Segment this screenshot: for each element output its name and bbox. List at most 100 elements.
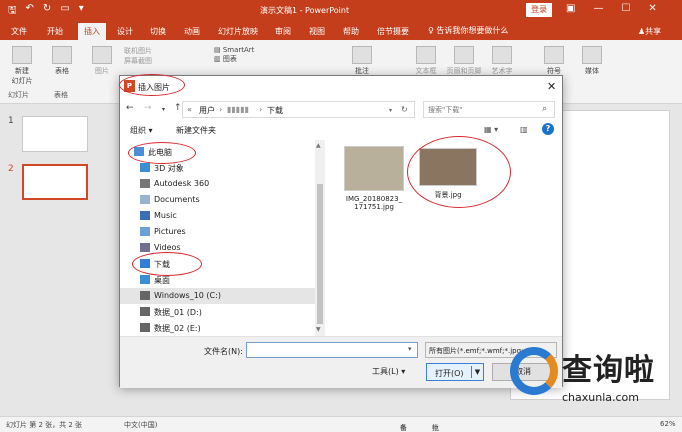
tools-menu[interactable]: 工具(L) ▾ xyxy=(372,366,405,377)
tab-transitions[interactable]: 切换 xyxy=(150,26,166,37)
redo-icon[interactable]: ↻ xyxy=(43,3,51,20)
nav-item-drive-e[interactable]: 数据_02 (E:) xyxy=(120,320,315,336)
tab-insert[interactable]: 插入 xyxy=(78,23,106,40)
start-from-beginning-icon[interactable]: ▭ xyxy=(60,3,69,20)
new-slide-icon xyxy=(12,46,32,64)
header-footer-button[interactable]: 页眉和页脚 xyxy=(444,46,484,76)
tell-me-box[interactable]: ♀ 告诉我你想要做什么 xyxy=(428,25,508,36)
nav-item-3d-objects[interactable]: 3D 对象 xyxy=(120,160,315,176)
address-bar[interactable]: « 用户 › ▮▮▮▮▮ › 下载 ▾ ↻ xyxy=(182,101,415,118)
chart-icon: ▥ xyxy=(214,55,223,63)
tab-home[interactable]: 开始 xyxy=(47,26,63,37)
textbox-button[interactable]: 文本框 xyxy=(412,46,440,76)
tab-review[interactable]: 审阅 xyxy=(275,26,291,37)
preview-pane-icon[interactable]: ▥ xyxy=(520,125,528,134)
address-history-icon[interactable]: ▾ xyxy=(389,107,392,114)
new-folder-button[interactable]: 新建文件夹 xyxy=(176,125,216,136)
view-options-icon[interactable]: ▦ ▾ xyxy=(484,125,498,134)
tab-help[interactable]: 帮助 xyxy=(343,26,359,37)
organize-menu[interactable]: 组织 ▾ xyxy=(130,125,153,136)
refresh-icon[interactable]: ↻ xyxy=(401,105,408,114)
table-label: 表格 xyxy=(55,67,69,75)
nav-item-pictures[interactable]: Pictures xyxy=(120,224,315,240)
search-box[interactable]: ⌕ xyxy=(423,101,555,118)
close-icon[interactable]: ✕ xyxy=(547,80,556,93)
breadcrumb-chevron-icon: « xyxy=(187,105,192,114)
table-button[interactable]: 表格 xyxy=(48,46,76,76)
nav-item-music[interactable]: Music xyxy=(120,208,315,224)
nav-item-desktop[interactable]: 桌面 xyxy=(120,272,315,288)
filename-input[interactable] xyxy=(247,343,405,357)
slide-thumbnail-pane: 1 2 xyxy=(0,104,100,416)
breadcrumb-downloads[interactable]: 下载 xyxy=(267,105,283,116)
save-icon[interactable]: 🖫 xyxy=(8,3,17,20)
close-icon[interactable]: ✕ xyxy=(648,3,656,14)
recent-locations-icon[interactable]: ▾ xyxy=(162,106,165,113)
comment-button[interactable]: 批注 xyxy=(348,46,376,76)
file-item[interactable]: 背景.jpg xyxy=(410,146,486,200)
nav-item-videos[interactable]: Videos xyxy=(120,240,315,256)
zoom-level[interactable]: 62% xyxy=(660,420,676,428)
back-arrow-icon[interactable]: ← xyxy=(126,103,134,113)
desktop-icon xyxy=(140,275,150,284)
status-bar: 幻灯片 第 2 张，共 2 张 中文(中国) ≡ 备注 ▭ 批注 62% xyxy=(0,416,682,432)
speaker-icon xyxy=(582,46,602,64)
maximize-icon[interactable]: ☐ xyxy=(621,3,630,14)
online-pictures-button[interactable]: 联机图片 屏幕截图 xyxy=(124,46,180,66)
breadcrumb-users[interactable]: 用户 xyxy=(199,105,215,116)
minimize-icon[interactable]: — xyxy=(593,3,603,14)
chevron-down-icon[interactable]: ▼ xyxy=(471,366,483,378)
symbol-button[interactable]: 符号 xyxy=(540,46,568,76)
tab-slideshow[interactable]: 幻灯片放映 xyxy=(218,26,258,37)
undo-icon[interactable]: ↶ xyxy=(26,3,34,20)
search-input[interactable] xyxy=(424,102,532,117)
thumbnail-number: 1 xyxy=(8,116,14,126)
nav-item-drive-d[interactable]: 数据_01 (D:) xyxy=(120,304,315,320)
file-item[interactable]: IMG_20180823_ 171751.jpg xyxy=(336,146,412,211)
nav-item-documents[interactable]: Documents xyxy=(120,192,315,208)
open-button[interactable]: 打开(O) ▼ xyxy=(426,363,484,381)
scrollbar-thumb[interactable] xyxy=(317,184,323,324)
file-thumbnail xyxy=(419,148,477,186)
powerpoint-icon: P xyxy=(124,80,135,92)
comments-label: 批注 xyxy=(432,424,439,432)
scroll-up-icon[interactable]: ▲ xyxy=(316,142,321,149)
image-button[interactable]: 图片 xyxy=(88,46,116,76)
thumbnail-number: 2 xyxy=(8,164,14,174)
tab-view[interactable]: 视图 xyxy=(309,26,325,37)
tab-file[interactable]: 文件 xyxy=(11,26,27,37)
nav-item-this-pc[interactable]: 此电脑 xyxy=(120,144,315,160)
customize-toolbar-icon[interactable]: ▾ xyxy=(79,3,84,20)
slide-thumbnail-1[interactable] xyxy=(22,116,88,152)
tab-design[interactable]: 设计 xyxy=(117,26,133,37)
forward-arrow-icon[interactable]: → xyxy=(144,103,152,113)
picture-icon xyxy=(92,46,112,64)
media-button[interactable]: 媒体 xyxy=(578,46,606,76)
filename-field[interactable]: ▾ xyxy=(246,342,418,358)
symbol-label: 符号 xyxy=(547,67,561,75)
smartart-icon: ▤ xyxy=(214,46,223,54)
nav-item-drive-c[interactable]: Windows_10 (C:) xyxy=(120,288,315,304)
nav-item-autodesk[interactable]: Autodesk 360 xyxy=(120,176,315,192)
nav-item-downloads[interactable]: 下载 xyxy=(120,256,315,272)
smartart-button[interactable]: ▤ SmartArt ▥ 图表 xyxy=(214,46,270,64)
wordart-button[interactable]: 艺术字 xyxy=(488,46,516,76)
help-icon[interactable]: ? xyxy=(542,123,554,135)
chevron-down-icon[interactable]: ▾ xyxy=(408,345,412,353)
breadcrumb-username[interactable]: ▮▮▮▮▮ xyxy=(227,105,249,114)
language-indicator[interactable]: 中文(中国) xyxy=(124,420,157,430)
tab-summary[interactable]: 倍节摄要 xyxy=(377,26,409,37)
share-button[interactable]: ♟共享 xyxy=(638,26,661,37)
ribbon-display-options-icon[interactable]: ▣ xyxy=(566,3,575,14)
new-slide-button[interactable]: 新建 幻灯片 xyxy=(8,46,36,86)
nav-scrollbar[interactable]: ▲ ▼ xyxy=(315,140,325,336)
nav-item-label: 桌面 xyxy=(154,276,170,285)
smartart-label: SmartArt xyxy=(222,46,255,54)
cloud-icon xyxy=(140,179,150,188)
up-arrow-icon[interactable]: ↑ xyxy=(174,103,182,113)
scroll-down-icon[interactable]: ▼ xyxy=(316,326,321,333)
open-label: 打开(O) xyxy=(435,369,464,378)
slide-thumbnail-2[interactable] xyxy=(22,164,88,200)
tab-animations[interactable]: 动画 xyxy=(184,26,200,37)
login-button[interactable]: 登录 xyxy=(526,3,552,17)
